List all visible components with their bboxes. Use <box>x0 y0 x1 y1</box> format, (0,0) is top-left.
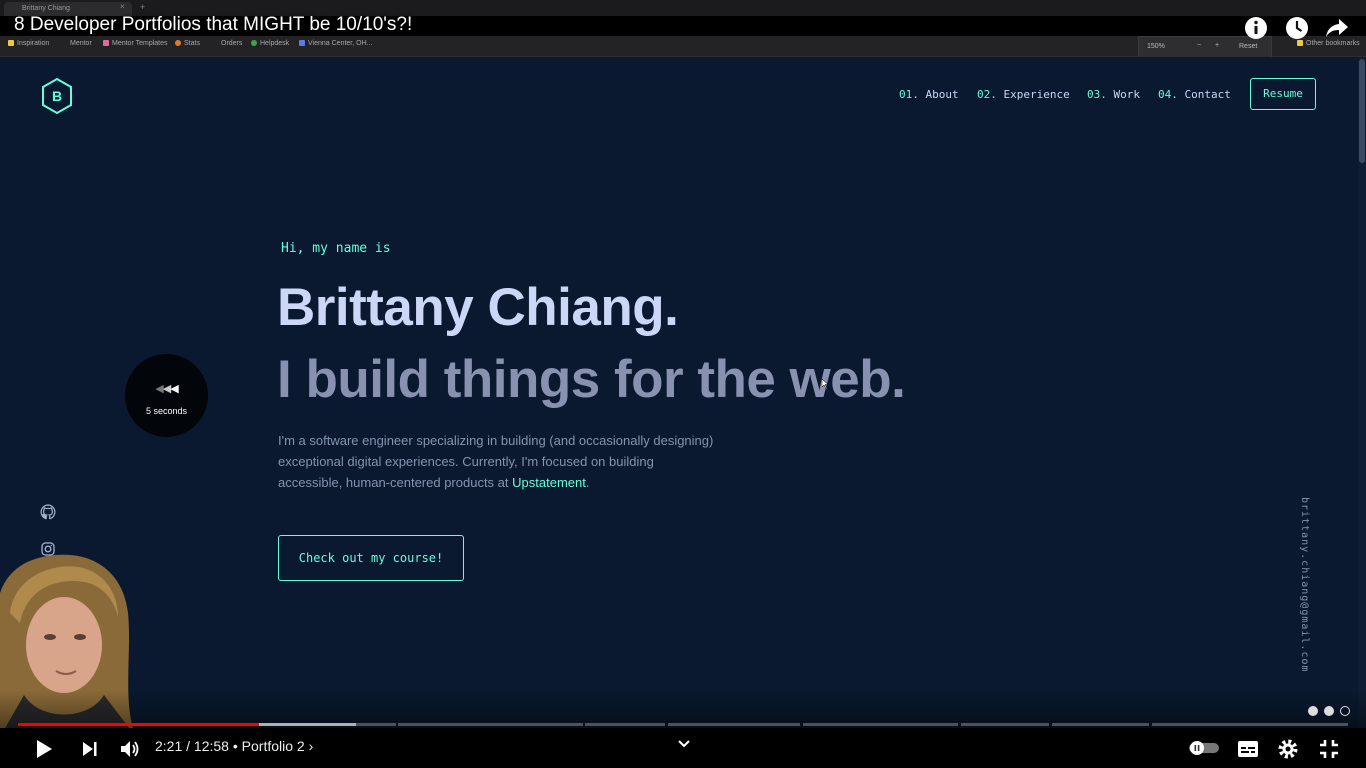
seek-amount-label: 5 seconds <box>145 406 188 416</box>
watch-later-clock-icon[interactable] <box>1284 15 1310 41</box>
hero-tagline: I build things for the web. <box>277 350 906 409</box>
volume-icon[interactable] <box>119 738 141 760</box>
pagination-dot[interactable] <box>1308 706 1318 716</box>
github-icon[interactable] <box>39 503 57 521</box>
logo-hexagon-icon[interactable]: B <box>40 77 74 115</box>
share-icon[interactable] <box>1324 15 1350 41</box>
nav-number: 02. <box>977 88 997 101</box>
bookmark-stats[interactable]: Stats <box>175 40 200 47</box>
time-current: 2:21 <box>155 738 183 754</box>
pagination-dot-active[interactable] <box>1340 706 1350 716</box>
time-total: 12:58 <box>193 738 229 754</box>
figma-icon <box>103 40 109 46</box>
folder-icon <box>8 40 14 46</box>
chapter-arrow-icon[interactable]: › <box>309 738 314 754</box>
new-tab-button[interactable]: + <box>140 2 145 12</box>
bookmark-mentor-templates[interactable]: Mentor Templates <box>103 40 168 47</box>
subtitles-icon[interactable] <box>1237 740 1259 758</box>
nav-about[interactable]: 01. About <box>899 88 959 101</box>
progress-bar[interactable] <box>18 723 1348 726</box>
time-display: 2:21 / 12:58 • Portfolio 2 › <box>155 738 314 754</box>
email-sidebar: brittany.chiang@gmail.com <box>1296 497 1316 677</box>
zoom-level: 150% <box>1147 43 1165 50</box>
helpdesk-icon <box>251 40 257 46</box>
bookmark-vienna-center[interactable]: Vienna Center, OH... <box>299 40 372 47</box>
zoom-reset-button[interactable]: Reset <box>1239 43 1257 50</box>
rewind-arrows-icon: ◀◀◀ <box>155 383 178 395</box>
nav-label: About <box>925 88 959 101</box>
hero-description: I'm a software engineer specializing in … <box>278 430 718 493</box>
nav-label: Experience <box>1003 88 1070 101</box>
play-icon[interactable] <box>34 739 54 759</box>
chapter-title[interactable]: Portfolio 2 <box>242 738 305 754</box>
stats-icon <box>175 40 181 46</box>
info-icon[interactable] <box>1243 15 1269 41</box>
email-link[interactable]: brittany.chiang@gmail.com <box>1299 497 1310 673</box>
video-title[interactable]: 8 Developer Portfolios that MIGHT be 10/… <box>14 14 412 36</box>
bookmark-orders[interactable]: Orders <box>221 40 242 47</box>
player-controls: 2:21 / 12:58 • Portfolio 2 › <box>0 728 1366 768</box>
resume-button[interactable]: Resume <box>1250 78 1316 110</box>
hero-name: Brittany Chiang. <box>277 278 679 337</box>
tab-close-icon[interactable]: × <box>120 2 125 11</box>
scrollbar-thumb[interactable] <box>1359 59 1365 163</box>
settings-gear-icon[interactable] <box>1277 738 1299 760</box>
autoplay-toggle-icon[interactable] <box>1188 740 1220 756</box>
nav-label: Contact <box>1184 88 1231 101</box>
other-bookmarks[interactable]: Other bookmarks <box>1297 40 1360 47</box>
company-link[interactable]: Upstatement <box>512 475 586 490</box>
exit-fullscreen-icon[interactable] <box>1318 738 1340 760</box>
seek-back-overlay: ◀◀◀ 5 seconds <box>125 354 208 437</box>
zoom-in-button[interactable]: + <box>1215 42 1219 49</box>
pagination-dot[interactable] <box>1324 706 1334 716</box>
nav-number: 01. <box>899 88 919 101</box>
description-end: . <box>585 475 590 490</box>
logo-letter: B <box>52 88 62 104</box>
next-video-icon[interactable] <box>81 740 99 758</box>
nav-label: Work <box>1113 88 1141 101</box>
nav-work[interactable]: 03. Work <box>1087 88 1140 101</box>
intro-text: Hi, my name is <box>281 241 391 256</box>
browser-tab-title: Brittany Chiang <box>22 5 70 12</box>
bookmark-helpdesk[interactable]: Helpdesk <box>251 40 289 47</box>
bookmark-inspiration[interactable]: Inspiration <box>8 40 49 47</box>
mouse-cursor-icon <box>822 379 829 389</box>
zoom-out-button[interactable]: − <box>1197 42 1201 49</box>
course-button[interactable]: Check out my course! <box>278 535 464 581</box>
description-text: I'm a software engineer specializing in … <box>278 433 714 490</box>
nav-number: 04. <box>1158 88 1178 101</box>
bookmark-icon <box>299 40 305 46</box>
bookmark-mentor[interactable]: Mentor <box>70 40 92 47</box>
nav-number: 03. <box>1087 88 1107 101</box>
nav-contact[interactable]: 04. Contact <box>1158 88 1231 101</box>
progress-played <box>18 723 259 726</box>
nav-experience[interactable]: 02. Experience <box>977 88 1070 101</box>
chevron-down-icon[interactable] <box>677 737 691 751</box>
